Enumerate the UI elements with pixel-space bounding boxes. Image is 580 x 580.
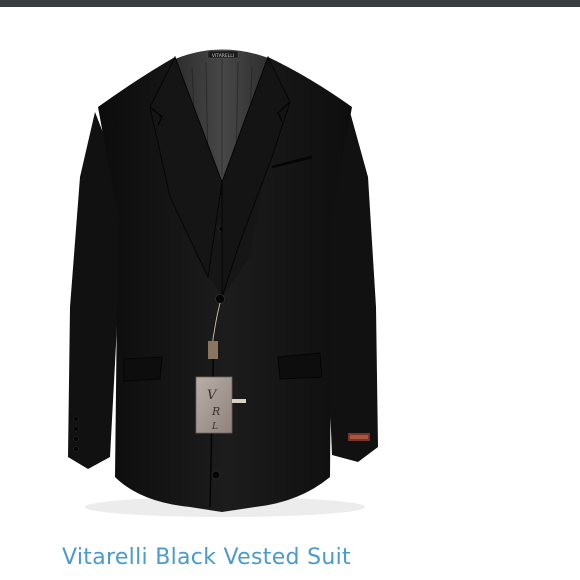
svg-text:L: L: [211, 422, 218, 432]
collar-label-text: VITARELLI: [212, 53, 234, 59]
product-image[interactable]: VITARELLI V R L: [0, 7, 580, 537]
product-title[interactable]: Vitarelli Black Vested Suit: [62, 545, 351, 570]
top-bar: [0, 0, 580, 7]
hang-tag: V R L: [195, 376, 233, 434]
svg-text:R: R: [211, 405, 220, 418]
svg-text:V: V: [207, 388, 218, 403]
